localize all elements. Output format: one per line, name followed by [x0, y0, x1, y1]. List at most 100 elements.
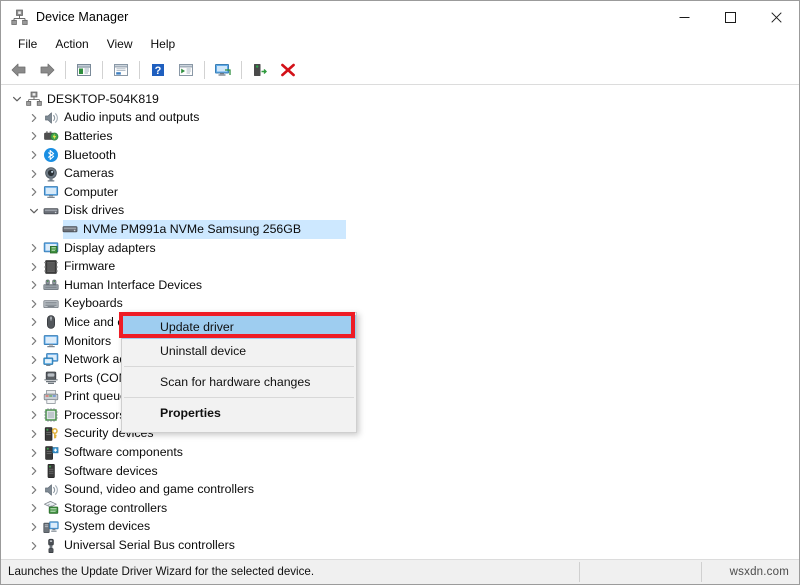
chevron-right-icon[interactable] — [26, 296, 42, 312]
tree-item[interactable]: Human Interface Devices — [1, 276, 799, 295]
tree-item-label: Firmware — [64, 259, 116, 274]
back-icon[interactable] — [6, 58, 32, 82]
tree-item[interactable]: Display adapters — [1, 239, 799, 258]
speaker-icon — [42, 110, 59, 126]
chevron-right-icon[interactable] — [26, 426, 42, 442]
tree-item-label: Cameras — [64, 166, 114, 181]
tree-item-label: System devices — [64, 519, 151, 534]
tree-item[interactable]: DESKTOP-504K819 — [1, 90, 799, 109]
chevron-right-icon[interactable] — [26, 314, 42, 330]
tree-item[interactable]: Storage controllers — [1, 499, 799, 518]
chevron-right-icon[interactable] — [26, 166, 42, 182]
status-bar-divider — [579, 562, 580, 582]
tree-item[interactable]: Cameras — [1, 164, 799, 183]
tree-item-label: Keyboards — [64, 296, 123, 311]
status-bar: Launches the Update Driver Wizard for th… — [1, 559, 799, 584]
chevron-right-icon[interactable] — [26, 110, 42, 126]
context-menu-properties[interactable]: Properties — [122, 401, 356, 425]
uninstall-device-icon[interactable] — [275, 58, 301, 82]
network-adapter-icon — [42, 352, 59, 368]
toolbar-separator — [139, 61, 140, 79]
port-icon — [42, 370, 59, 386]
show-hide-console-tree-icon[interactable] — [71, 58, 97, 82]
tree-item[interactable]: Universal Serial Bus controllers — [1, 536, 799, 555]
chevron-down-icon[interactable] — [26, 203, 42, 219]
disk-drive-icon — [61, 221, 78, 237]
toolbar-separator — [102, 61, 103, 79]
chevron-right-icon[interactable] — [26, 259, 42, 275]
chevron-right-icon[interactable] — [26, 240, 42, 256]
window-controls — [661, 1, 799, 33]
hid-icon — [42, 277, 59, 293]
chevron-right-icon[interactable] — [26, 445, 42, 461]
properties-icon[interactable] — [108, 58, 134, 82]
tree-item[interactable]: Software components — [1, 443, 799, 462]
menu-file[interactable]: File — [9, 34, 46, 55]
software-component-icon — [42, 445, 59, 461]
tree-item[interactable]: System devices — [1, 518, 799, 537]
enable-device-icon[interactable] — [247, 58, 273, 82]
menu-help[interactable]: Help — [142, 34, 185, 55]
chevron-right-icon[interactable] — [26, 128, 42, 144]
computer-node-icon — [25, 91, 42, 107]
chevron-right-icon[interactable] — [26, 333, 42, 349]
tree-item[interactable]: Firmware — [1, 257, 799, 276]
forward-icon[interactable] — [34, 58, 60, 82]
chevron-right-icon[interactable] — [26, 519, 42, 535]
tree-item[interactable]: Batteries — [1, 127, 799, 146]
minimize-button[interactable] — [661, 1, 707, 33]
device-manager-icon — [10, 8, 28, 26]
maximize-button[interactable] — [707, 1, 753, 33]
chevron-right-icon[interactable] — [26, 407, 42, 423]
chevron-right-icon[interactable] — [26, 463, 42, 479]
tree-item-label: Computer — [64, 184, 118, 199]
tree-item[interactable]: Disk drives — [1, 202, 799, 221]
context-menu-uninstall-device[interactable]: Uninstall device — [122, 339, 356, 363]
menu-bar: File Action View Help — [1, 33, 799, 56]
context-menu-padding — [122, 425, 356, 430]
firmware-icon — [42, 259, 59, 275]
tree-item-label: Sound, video and game controllers — [64, 482, 255, 497]
speaker-icon — [42, 482, 59, 498]
chevron-right-icon[interactable] — [26, 500, 42, 516]
usb-icon — [42, 538, 59, 554]
storage-controller-icon — [42, 500, 59, 516]
update-driver-icon[interactable] — [173, 58, 199, 82]
help-icon[interactable]: ? — [145, 58, 171, 82]
camera-icon — [42, 166, 59, 182]
tree-item[interactable]: Computer — [1, 183, 799, 202]
menu-action[interactable]: Action — [46, 34, 97, 55]
chevron-down-icon[interactable] — [9, 91, 25, 107]
security-device-icon — [42, 426, 59, 442]
chevron-right-icon[interactable] — [26, 147, 42, 163]
tree-item-label: Software devices — [64, 463, 158, 478]
tree-item[interactable]: Sound, video and game controllers — [1, 480, 799, 499]
tree-item-selected[interactable]: NVMe PM991a NVMe Samsung 256GB — [1, 220, 799, 239]
scan-for-hardware-changes-icon[interactable] — [210, 58, 236, 82]
software-device-icon — [42, 463, 59, 479]
chevron-right-icon[interactable] — [26, 184, 42, 200]
tree-item-label: Audio inputs and outputs — [64, 110, 200, 125]
keyboard-icon — [42, 296, 59, 312]
chevron-right-icon[interactable] — [26, 370, 42, 386]
toolbar: ? — [1, 56, 799, 85]
tree-item[interactable]: Software devices — [1, 462, 799, 481]
context-menu-scan-for-hardware-changes[interactable]: Scan for hardware changes — [122, 370, 356, 394]
battery-icon — [42, 128, 59, 144]
tree-item[interactable]: Audio inputs and outputs — [1, 109, 799, 128]
context-menu-update-driver[interactable]: Update driver — [122, 315, 356, 339]
tree-item[interactable]: Bluetooth — [1, 146, 799, 165]
chevron-right-icon[interactable] — [26, 482, 42, 498]
chevron-right-icon[interactable] — [26, 352, 42, 368]
chevron-right-icon[interactable] — [26, 538, 42, 554]
tree-item-label: Storage controllers — [64, 500, 168, 515]
chevron-right-icon[interactable] — [26, 277, 42, 293]
device-tree-panel[interactable]: DESKTOP-504K819 Audio inputs and outputs B… — [1, 85, 799, 559]
title-bar: Device Manager — [1, 1, 799, 33]
tree-item[interactable]: Keyboards — [1, 295, 799, 314]
close-button[interactable] — [753, 1, 799, 33]
chevron-right-icon[interactable] — [26, 389, 42, 405]
context-menu[interactable]: Update driver Uninstall device Scan for … — [121, 312, 357, 433]
menu-view[interactable]: View — [98, 34, 142, 55]
